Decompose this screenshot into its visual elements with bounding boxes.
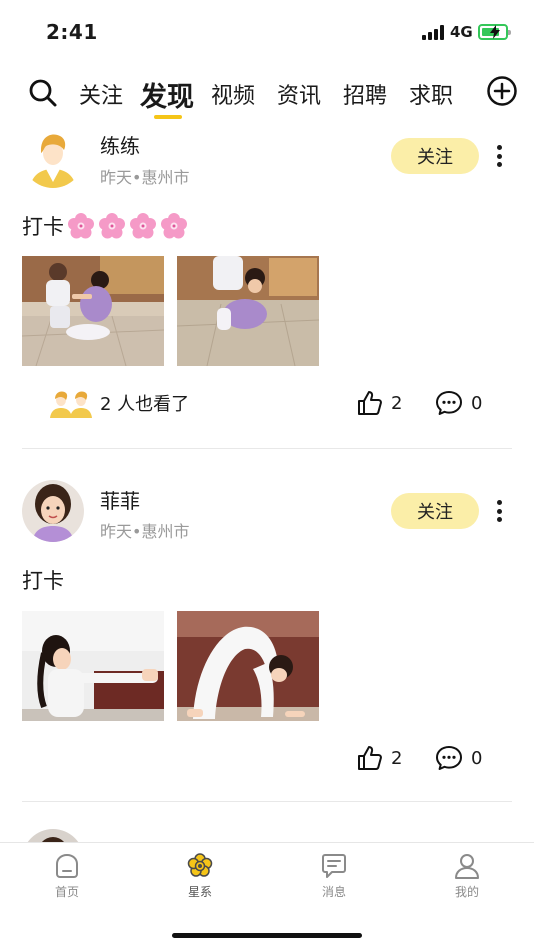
bottom-nav-label: 首页 [54,885,79,899]
post-time: 昨天 [100,168,133,187]
post-meta: 昨天•惠州市 [100,518,189,542]
viewers-row[interactable]: 2 人也看了 [47,388,190,418]
thumbs-up-icon [358,746,382,770]
cherry-blossom-icon [68,213,94,239]
comment-button[interactable]: 0 [435,390,482,416]
signal-icon [422,24,446,40]
post-divider [22,801,512,802]
bottom-nav-label: 消息 [321,885,346,899]
comment-icon [436,391,462,415]
more-icon[interactable] [494,145,504,169]
post-text: 打卡 [22,569,64,593]
like-count: 2 [391,747,403,769]
tab-video[interactable]: 视频 [211,78,255,110]
comment-count: 0 [471,392,483,414]
viewer-avatars [47,388,95,418]
home-icon [56,853,78,878]
like-button[interactable]: 2 [357,745,402,771]
post-username[interactable]: 菲菲 [100,485,140,514]
status-bar: 2:41 4G [0,0,534,62]
post-text: 打卡 [22,215,64,239]
bottom-nav-messages[interactable]: 消息 [294,853,374,900]
post-photo[interactable] [22,611,164,721]
more-icon[interactable] [494,500,504,524]
post-time: 昨天 [100,522,133,541]
cherry-blossom-icon [130,213,156,239]
follow-button[interactable]: 关注 [391,493,479,529]
avatar[interactable] [22,480,84,542]
post-location: 惠州市 [141,522,190,541]
tab-job-seeking[interactable]: 求职 [409,78,453,110]
search-icon[interactable] [28,78,58,108]
avatar[interactable] [22,126,84,188]
cherry-blossom-icon [161,213,187,239]
comment-count: 0 [471,747,483,769]
viewers-text: 2 人也看了 [100,394,190,415]
bottom-nav-label: 星系 [187,885,212,899]
flower-icon [187,853,213,877]
tab-discover[interactable]: 发现 [140,75,194,114]
post-location: 惠州市 [141,168,190,187]
follow-button[interactable]: 关注 [391,138,479,174]
post-photo[interactable] [177,256,319,366]
bottom-nav-galaxy[interactable]: 星系 [160,853,240,900]
battery-icon [478,24,511,40]
bottom-nav-label: 我的 [454,885,479,899]
post-photo[interactable] [177,611,319,721]
network-type: 4G [450,23,473,41]
post-divider [22,448,512,449]
status-time: 2:41 [46,20,98,44]
person-icon [455,854,479,879]
feed: 练练 昨天•惠州市 关注 打卡 2 人也看了 2 0 菲菲 昨天•惠州市 关注 … [0,122,534,842]
avatar[interactable] [22,829,84,842]
thumbs-up-icon [358,391,382,415]
like-button[interactable]: 2 [357,390,402,416]
tab-follow[interactable]: 关注 [79,78,123,110]
home-indicator [172,933,362,938]
active-tab-indicator [154,115,182,119]
tab-recruit[interactable]: 招聘 [343,78,387,110]
post-meta: 昨天•惠州市 [100,164,189,188]
top-nav: 关注 发现 视频 资讯 招聘 求职 [0,70,534,122]
post-text-row: 打卡 [22,211,188,241]
post-photo[interactable] [22,256,164,366]
bottom-nav-home[interactable]: 首页 [27,853,107,900]
message-icon [322,854,346,878]
tab-news[interactable]: 资讯 [277,78,321,110]
cherry-blossom-icon [99,213,125,239]
comment-button[interactable]: 0 [435,745,482,771]
like-count: 2 [391,392,403,414]
bottom-nav-me[interactable]: 我的 [427,853,507,900]
post-username[interactable]: 练练 [100,130,140,159]
add-icon[interactable] [486,75,518,107]
comment-icon [436,746,462,770]
post-text-row: 打卡 [22,565,64,595]
